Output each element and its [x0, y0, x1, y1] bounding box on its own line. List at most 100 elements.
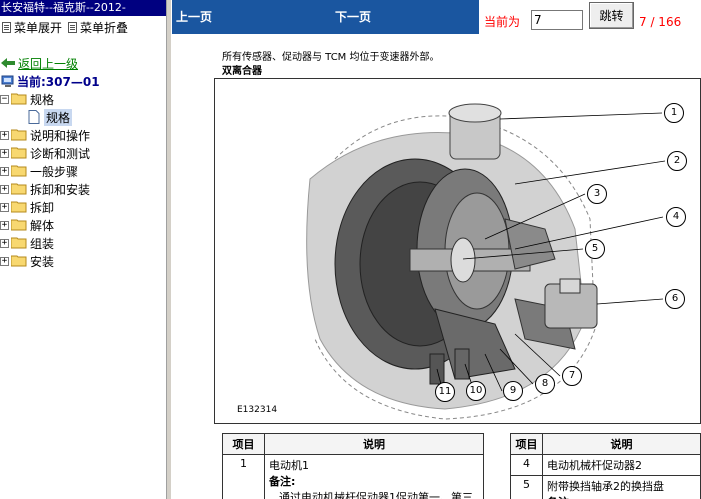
- jump-button[interactable]: 跳转: [589, 2, 634, 29]
- tree-folder-item[interactable]: + 拆卸和安装: [0, 180, 100, 198]
- callout-1: 1: [664, 103, 684, 123]
- expand-toggle[interactable]: +: [0, 238, 9, 248]
- callout-2: 2: [667, 151, 687, 171]
- item-title: 电动机械杆促动器2: [547, 459, 642, 472]
- tree-doc-spec[interactable]: 规格: [0, 108, 100, 126]
- tree-folder-item[interactable]: + 拆卸: [0, 198, 100, 216]
- item-title: 电动机1: [269, 459, 309, 472]
- page-number-input[interactable]: [531, 10, 583, 30]
- item-number: 1: [222, 454, 265, 499]
- tree-folder-label: 解体: [30, 218, 55, 233]
- expand-menu-button[interactable]: 菜单展开: [2, 19, 62, 36]
- app-window: 长安福特--福克斯--2012- 菜单展开 菜单折叠 返回上一级 当前:307—…: [0, 0, 701, 499]
- table-row: 1 电动机1 备注: 通过电动机械杆促动器1促动第一、第三: [222, 454, 484, 499]
- folder-icon: [11, 129, 27, 141]
- item-note-body: 通过电动机械杆促动器1促动第一、第三: [279, 491, 473, 499]
- figure-code: E132314: [237, 405, 278, 415]
- content-pane: 上一页 下一页 当前为 跳转 7 / 166 所有传感器、促动器与 TCM 均位…: [172, 0, 701, 499]
- expand-toggle[interactable]: +: [0, 256, 9, 266]
- callout-8: 8: [535, 374, 555, 394]
- menu-icon: [68, 21, 78, 33]
- page-count: 7 / 166: [639, 15, 682, 29]
- back-link[interactable]: 返回上一级: [18, 55, 78, 72]
- tree-folder-item[interactable]: + 诊断和测试: [0, 144, 100, 162]
- collapse-menu-button[interactable]: 菜单折叠: [68, 19, 128, 36]
- current-node: 当前:307—01: [0, 72, 100, 90]
- expand-toggle[interactable]: +: [0, 130, 9, 140]
- table-row: 4 电动机械杆促动器2: [510, 454, 701, 476]
- callout-3: 3: [587, 184, 607, 204]
- tree-doc-label: 规格: [44, 108, 73, 126]
- folder-icon: [11, 165, 27, 177]
- callout-11: 11: [435, 382, 455, 402]
- nav-pane: 长安福特--福克斯--2012- 菜单展开 菜单折叠 返回上一级 当前:307—…: [0, 0, 166, 499]
- nav-title: 长安福特--福克斯--2012-: [0, 0, 166, 16]
- tree-folder-item[interactable]: + 安装: [0, 252, 100, 270]
- callout-4: 4: [666, 207, 686, 227]
- callout-10: 10: [466, 381, 486, 401]
- legend-table-left: 项目 说明 1 电动机1 备注: 通过电动机械杆促动器1促动第一、第三: [222, 433, 484, 499]
- callout-9: 9: [503, 381, 523, 401]
- callout-6: 6: [665, 289, 685, 309]
- callout-7: 7: [562, 366, 582, 386]
- item-number: 4: [510, 454, 543, 476]
- page-jump-area: 当前为 跳转 7 / 166: [479, 0, 701, 34]
- item-title: 附带换挡轴承2的换挡盘: [547, 480, 664, 493]
- expand-toggle[interactable]: +: [0, 220, 9, 230]
- tree-folder-label: 说明和操作: [30, 128, 91, 143]
- item-note-label: 备注:: [547, 494, 696, 499]
- current-page-label: 当前为: [484, 15, 521, 29]
- collapse-toggle[interactable]: −: [0, 94, 9, 104]
- header-item: 项目: [510, 433, 543, 455]
- tree-folder-item[interactable]: + 组装: [0, 234, 100, 252]
- tree-folder-item[interactable]: + 说明和操作: [0, 126, 100, 144]
- clutch-illustration: 1 2 3 4 5 6 7 8 9 10 11 E132314: [214, 78, 701, 424]
- table-header-row: 项目 说明: [222, 433, 484, 455]
- tree-folder-list: + 说明和操作 + 诊断和测试 + 一般步骤 + 拆卸和安装 + 拆卸 + 解体 + 组装 + 安装: [0, 126, 100, 270]
- tree-folder-label: 拆卸和安装: [30, 182, 91, 197]
- nav-tree: 返回上一级 当前:307—01 − 规格 规格 + 说明和操作 + 诊断和测试 …: [0, 54, 100, 270]
- expand-toggle[interactable]: +: [0, 148, 9, 158]
- item-description: 电动机械杆促动器2: [542, 454, 701, 476]
- clutch-drawing: [306, 103, 666, 420]
- header-desc: 说明: [264, 433, 484, 455]
- folder-icon: [11, 183, 27, 195]
- page-toolbar: 上一页 下一页 当前为 跳转 7 / 166: [172, 0, 701, 34]
- header-item: 项目: [222, 433, 265, 455]
- table-header-row: 项目 说明: [510, 433, 701, 455]
- expand-toggle[interactable]: +: [0, 166, 9, 176]
- tree-folder-spec[interactable]: − 规格: [0, 90, 100, 108]
- tree-folder-item[interactable]: + 一般步骤: [0, 162, 100, 180]
- document-icon: [28, 110, 40, 124]
- computer-icon: [1, 75, 14, 87]
- collapse-menu-label: 菜单折叠: [80, 20, 129, 35]
- expand-toggle[interactable]: +: [0, 202, 9, 212]
- folder-icon: [11, 255, 27, 267]
- tree-folder-label: 拆卸: [30, 200, 55, 215]
- description-text: 所有传感器、促动器与 TCM 均位于变速器外部。: [222, 52, 440, 63]
- expand-toggle[interactable]: +: [0, 184, 9, 194]
- tree-folder-label: 规格: [30, 92, 55, 107]
- tree-folder-label: 组装: [30, 236, 55, 251]
- folder-icon: [11, 237, 27, 249]
- folder-icon: [11, 201, 27, 213]
- table-row: 5附带换挡轴承2的换挡盘备注:: [510, 475, 701, 499]
- folder-icon: [11, 219, 27, 231]
- prev-page-link[interactable]: 上一页: [176, 8, 212, 25]
- legend-table-right: 项目 说明 4电动机械杆促动器25附带换挡轴承2的换挡盘备注:: [510, 433, 701, 499]
- back-node[interactable]: 返回上一级: [0, 54, 100, 72]
- folder-open-icon: [11, 93, 27, 105]
- next-page-link[interactable]: 下一页: [335, 8, 371, 25]
- figure-title: 双离合器: [222, 66, 262, 77]
- item-description: 电动机1 备注: 通过电动机械杆促动器1促动第一、第三: [264, 454, 484, 499]
- tree-folder-item[interactable]: + 解体: [0, 216, 100, 234]
- item-note-label: 备注:: [269, 475, 296, 488]
- folder-icon: [11, 147, 27, 159]
- callout-5: 5: [585, 239, 605, 259]
- back-arrow-icon: [1, 58, 15, 68]
- expand-menu-label: 菜单展开: [14, 20, 63, 35]
- item-number: 5: [510, 475, 543, 499]
- menu-row: 菜单展开 菜单折叠: [0, 16, 166, 38]
- item-description: 附带换挡轴承2的换挡盘备注:: [542, 475, 701, 499]
- tree-folder-label: 安装: [30, 254, 55, 269]
